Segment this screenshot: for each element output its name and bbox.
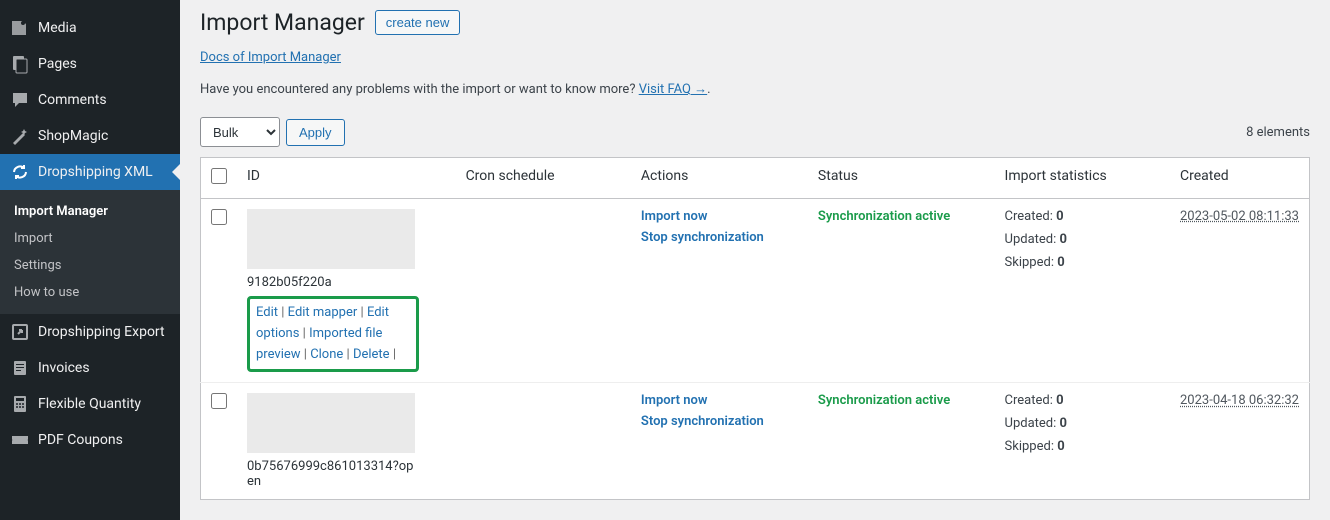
cron-cell (456, 199, 631, 383)
import-now-link[interactable]: Import now (641, 209, 798, 224)
col-header-id[interactable]: ID (237, 158, 456, 199)
stat-created-label: Created: (1005, 393, 1053, 408)
page-title: Import Manager (200, 9, 365, 36)
imports-table: ID Cron schedule Actions Status Import s… (200, 157, 1310, 500)
sidebar-item-dropshipping-xml[interactable]: Dropshipping XML (0, 154, 180, 190)
table-row: 0b75676999c861013314?open Import now Sto… (201, 383, 1310, 500)
delete-link[interactable]: Delete (353, 347, 390, 362)
status-text: Synchronization active (818, 393, 950, 408)
sidebar-item-invoices[interactable]: Invoices (0, 350, 180, 386)
sidebar-label-dropshipping-export: Dropshipping Export (38, 324, 165, 340)
sidebar-submenu: Import Manager Import Settings How to us… (0, 190, 180, 314)
stat-updated-label: Updated: (1005, 232, 1057, 247)
calculator-icon (10, 394, 30, 414)
clone-link[interactable]: Clone (310, 347, 343, 362)
submenu-import[interactable]: Import (0, 225, 180, 252)
comments-icon (10, 90, 30, 110)
col-header-created[interactable]: Created (1170, 158, 1310, 199)
status-text: Synchronization active (818, 209, 950, 224)
stat-skipped-value: 0 (1057, 255, 1064, 270)
media-icon (10, 18, 30, 38)
faq-line: Have you encountered any problems with t… (200, 81, 1310, 97)
sidebar-label-pdf-coupons: PDF Coupons (38, 432, 123, 448)
stat-updated-label: Updated: (1005, 416, 1057, 431)
select-all-checkbox[interactable] (211, 168, 227, 184)
pages-icon (10, 54, 30, 74)
sidebar-item-media[interactable]: Media (0, 10, 180, 46)
sidebar-label-media: Media (38, 20, 77, 36)
row-id-text: 9182b05f220a (247, 275, 417, 290)
docs-link[interactable]: Docs of Import Manager (200, 50, 341, 65)
refresh-icon (10, 162, 30, 182)
stat-skipped-label: Skipped: (1005, 255, 1054, 270)
row-checkbox[interactable] (211, 393, 227, 409)
bulk-action-select[interactable]: Bulk (200, 117, 280, 147)
element-count: 8 elements (1246, 125, 1310, 140)
sidebar-label-flexible-quantity: Flexible Quantity (38, 396, 141, 412)
faq-suffix: . (707, 82, 710, 97)
sidebar-label-invoices: Invoices (38, 360, 90, 376)
coupon-icon (10, 430, 30, 450)
cron-cell (456, 383, 631, 500)
sidebar-item-shopmagic[interactable]: ShopMagic (0, 118, 180, 154)
submenu-how-to-use[interactable]: How to use (0, 279, 180, 306)
col-header-actions[interactable]: Actions (631, 158, 808, 199)
row-actions: Edit | Edit mapper | Edit options | Impo… (247, 296, 419, 372)
created-date: 2023-04-18 06:32:32 (1180, 393, 1299, 408)
edit-link[interactable]: Edit (256, 305, 278, 320)
create-new-button[interactable]: create new (375, 10, 461, 35)
col-header-status[interactable]: Status (808, 158, 995, 199)
faq-prefix: Have you encountered any problems with t… (200, 82, 639, 97)
submenu-settings[interactable]: Settings (0, 252, 180, 279)
stat-skipped-value: 0 (1057, 439, 1064, 454)
stat-updated-value: 0 (1060, 232, 1067, 247)
faq-link[interactable]: Visit FAQ → (639, 82, 707, 97)
table-row: 9182b05f220a Edit | Edit mapper | Edit o… (201, 199, 1310, 383)
sidebar-item-flexible-quantity[interactable]: Flexible Quantity (0, 386, 180, 422)
stat-skipped-label: Skipped: (1005, 439, 1054, 454)
export-icon (10, 322, 30, 342)
created-date: 2023-05-02 08:11:33 (1180, 209, 1299, 224)
col-header-cron[interactable]: Cron schedule (456, 158, 631, 199)
actions-bar: Bulk Apply 8 elements (200, 117, 1310, 147)
row-checkbox[interactable] (211, 209, 227, 225)
stat-created-label: Created: (1005, 209, 1053, 224)
apply-button[interactable]: Apply (286, 119, 345, 146)
submenu-import-manager[interactable]: Import Manager (0, 198, 180, 225)
sidebar-label-comments: Comments (38, 92, 107, 108)
row-thumbnail (247, 209, 415, 269)
sidebar-item-comments[interactable]: Comments (0, 82, 180, 118)
row-id-text: 0b75676999c861013314?open (247, 459, 417, 489)
wand-icon (10, 126, 30, 146)
sidebar-label-dropshipping-xml: Dropshipping XML (38, 164, 153, 180)
edit-mapper-link[interactable]: Edit mapper (288, 305, 358, 320)
row-thumbnail (247, 393, 415, 453)
sidebar-item-pdf-coupons[interactable]: PDF Coupons (0, 422, 180, 458)
stop-sync-link[interactable]: Stop synchronization (641, 230, 798, 245)
main-content: Import Manager create new Docs of Import… (180, 0, 1330, 520)
import-now-link[interactable]: Import now (641, 393, 798, 408)
sidebar-item-pages[interactable]: Pages (0, 46, 180, 82)
sidebar-item-dropshipping-export[interactable]: Dropshipping Export (0, 314, 180, 350)
stat-created-value: 0 (1056, 209, 1063, 224)
invoice-icon (10, 358, 30, 378)
col-header-stats[interactable]: Import statistics (995, 158, 1170, 199)
stat-updated-value: 0 (1060, 416, 1067, 431)
stat-created-value: 0 (1056, 393, 1063, 408)
page-header: Import Manager create new (200, 0, 1310, 40)
sidebar-label-pages: Pages (38, 56, 77, 72)
admin-sidebar: Media Pages Comments ShopMagic Dropshipp… (0, 0, 180, 520)
stop-sync-link[interactable]: Stop synchronization (641, 414, 798, 429)
sidebar-label-shopmagic: ShopMagic (38, 128, 108, 144)
